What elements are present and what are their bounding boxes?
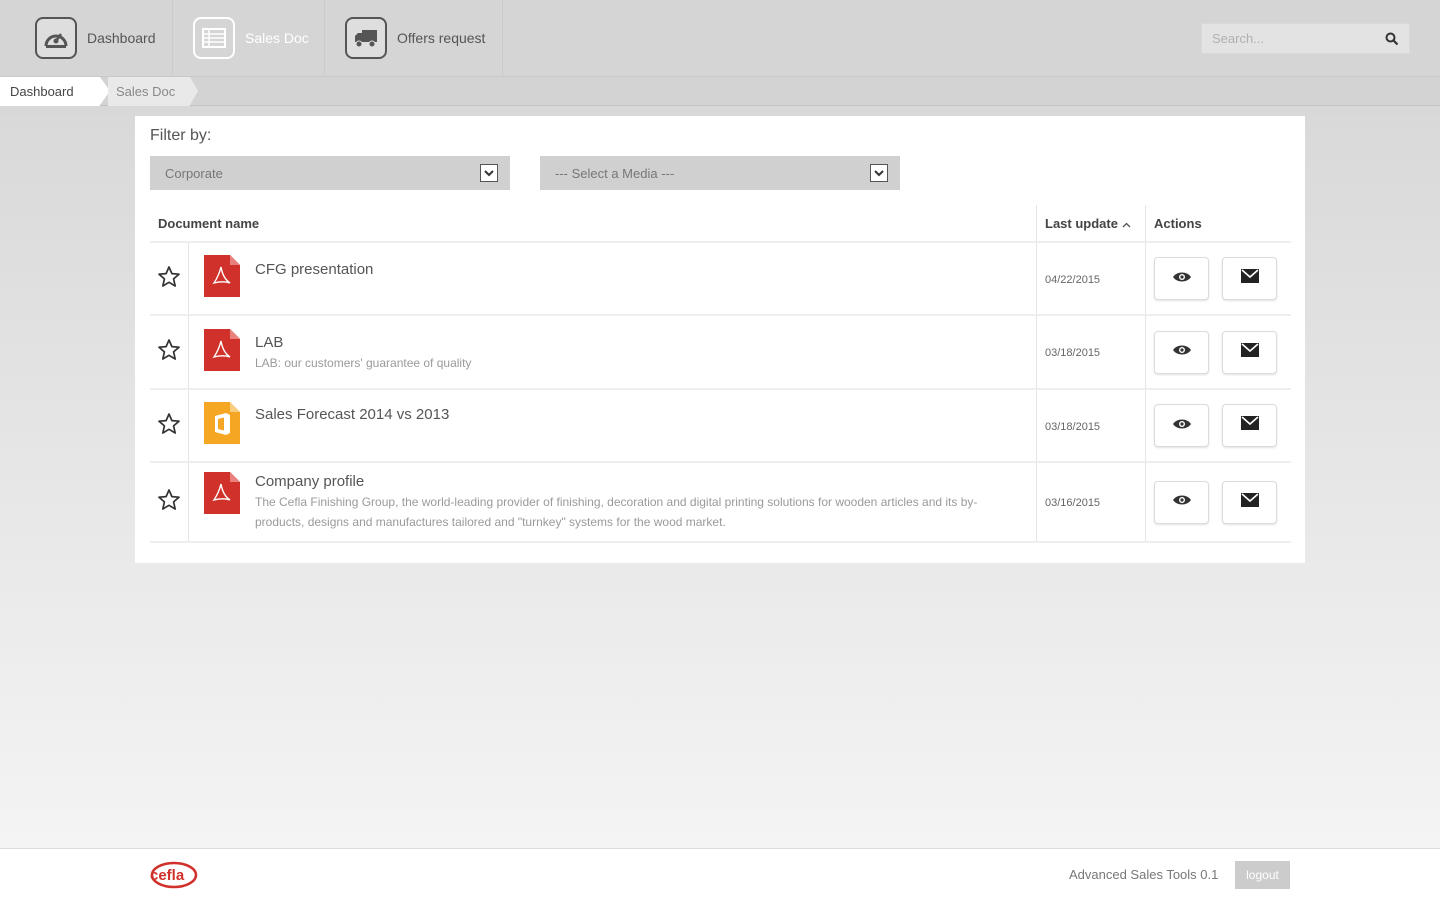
- cefla-logo: cefla: [148, 859, 200, 896]
- last-update-label: Last update: [1045, 215, 1118, 231]
- logout-button[interactable]: logout: [1235, 861, 1290, 889]
- nav-item-dashboard[interactable]: Dashboard: [0, 0, 173, 76]
- breadcrumb-item-sales-doc[interactable]: Sales Doc: [108, 77, 198, 106]
- star-icon[interactable]: [157, 489, 181, 515]
- category-select-value: Corporate: [165, 165, 223, 181]
- documents-table: Document name Last update Actions CFG pr…: [150, 205, 1291, 543]
- category-select[interactable]: Corporate: [150, 156, 510, 190]
- view-button[interactable]: [1154, 330, 1209, 374]
- media-select[interactable]: --- Select a Media ---: [540, 156, 900, 190]
- office-file-icon: [204, 402, 255, 449]
- email-button[interactable]: [1222, 480, 1277, 524]
- document-info-cell: Company profile The Cefla Finishing Grou…: [255, 462, 1037, 543]
- document-list-icon: [193, 17, 235, 59]
- document-title[interactable]: LAB: [255, 334, 1036, 351]
- document-title[interactable]: CFG presentation: [255, 261, 1036, 278]
- document-info-cell: LAB LAB: our customers' guarantee of qua…: [255, 315, 1037, 390]
- chevron-down-icon: [480, 164, 498, 182]
- logo-text: cefla: [150, 867, 185, 884]
- column-header-document-name: Document name: [150, 205, 1037, 243]
- column-header-actions: Actions: [1145, 205, 1291, 243]
- eye-icon: [1172, 493, 1192, 511]
- document-description: LAB: our customers' guarantee of quality: [255, 356, 472, 370]
- actions-cell: [1145, 389, 1291, 463]
- file-icon-cell: [188, 462, 255, 543]
- view-button[interactable]: [1154, 480, 1209, 524]
- file-icon-cell: [188, 242, 255, 316]
- search-box: [1201, 23, 1410, 54]
- sort-ascending-icon: [1122, 216, 1131, 231]
- search-icon[interactable]: [1385, 32, 1399, 51]
- media-select-value: --- Select a Media ---: [555, 165, 675, 181]
- actions-cell: [1145, 315, 1291, 390]
- envelope-icon: [1240, 416, 1259, 435]
- table-header-row: Document name Last update Actions: [150, 205, 1291, 243]
- last-update-date: 04/22/2015: [1045, 273, 1101, 286]
- last-update-date: 03/18/2015: [1045, 347, 1101, 359]
- date-cell: 04/22/2015: [1036, 242, 1146, 316]
- truck-icon: [345, 17, 387, 59]
- date-cell: 03/18/2015: [1036, 315, 1146, 390]
- favorite-cell: [150, 242, 189, 316]
- footer: cefla Advanced Sales Tools 0.1 logout: [0, 848, 1440, 900]
- table-row: CFG presentation 04/22/2015: [150, 242, 1291, 316]
- envelope-icon: [1240, 269, 1259, 288]
- document-info-cell: CFG presentation: [255, 242, 1037, 316]
- favorite-cell: [150, 389, 189, 463]
- dashboard-gauge-icon: [35, 17, 77, 59]
- pdf-file-icon: [204, 255, 255, 302]
- email-button[interactable]: [1222, 404, 1277, 447]
- pdf-file-icon: [204, 328, 255, 376]
- view-button[interactable]: [1154, 257, 1209, 300]
- last-update-date: 03/18/2015: [1045, 420, 1101, 433]
- breadcrumb: Dashboard Sales Doc: [0, 76, 1440, 106]
- envelope-icon: [1240, 342, 1259, 362]
- document-title[interactable]: Sales Forecast 2014 vs 2013: [255, 406, 1036, 423]
- documents-panel: Filter by: Corporate --- Select a Media …: [135, 116, 1305, 563]
- nav-label-sales-doc: Sales Doc: [245, 30, 309, 46]
- column-header-last-update[interactable]: Last update: [1036, 205, 1146, 243]
- document-description: The Cefla Finishing Group, the world-lea…: [255, 495, 978, 529]
- star-icon[interactable]: [157, 265, 181, 292]
- file-icon-cell: [188, 389, 255, 463]
- actions-cell: [1145, 462, 1291, 543]
- table-row: Sales Forecast 2014 vs 2013 03/18/2015: [150, 389, 1291, 463]
- star-icon[interactable]: [157, 339, 181, 365]
- search-input[interactable]: [1202, 30, 1384, 47]
- nav-item-sales-doc[interactable]: Sales Doc: [173, 0, 325, 76]
- nav-item-offers-request[interactable]: Offers request: [325, 0, 503, 76]
- favorite-cell: [150, 315, 189, 390]
- actions-cell: [1145, 242, 1291, 316]
- star-icon[interactable]: [157, 412, 181, 439]
- document-title[interactable]: Company profile: [255, 473, 996, 490]
- app-version-label: Advanced Sales Tools 0.1: [1069, 867, 1219, 882]
- date-cell: 03/16/2015: [1036, 462, 1146, 543]
- file-icon-cell: [188, 315, 255, 390]
- eye-icon: [1172, 417, 1192, 435]
- document-info-cell: Sales Forecast 2014 vs 2013: [255, 389, 1037, 463]
- date-cell: 03/18/2015: [1036, 389, 1146, 463]
- email-button[interactable]: [1222, 330, 1277, 374]
- favorite-cell: [150, 462, 189, 543]
- breadcrumb-item-dashboard[interactable]: Dashboard: [0, 77, 110, 106]
- table-row: LAB LAB: our customers' guarantee of qua…: [150, 315, 1291, 390]
- chevron-down-icon: [870, 164, 888, 182]
- eye-icon: [1172, 343, 1192, 361]
- last-update-date: 03/16/2015: [1045, 497, 1101, 509]
- email-button[interactable]: [1222, 257, 1277, 300]
- envelope-icon: [1240, 492, 1259, 512]
- nav-label-offers-request: Offers request: [397, 30, 486, 46]
- eye-icon: [1172, 270, 1192, 288]
- view-button[interactable]: [1154, 404, 1209, 447]
- pdf-file-icon: [204, 472, 255, 519]
- table-row: Company profile The Cefla Finishing Grou…: [150, 462, 1291, 543]
- nav-label-dashboard: Dashboard: [87, 30, 156, 46]
- top-navigation-bar: Dashboard Sales Doc Offers request: [0, 0, 1440, 76]
- filter-label: Filter by:: [150, 127, 212, 144]
